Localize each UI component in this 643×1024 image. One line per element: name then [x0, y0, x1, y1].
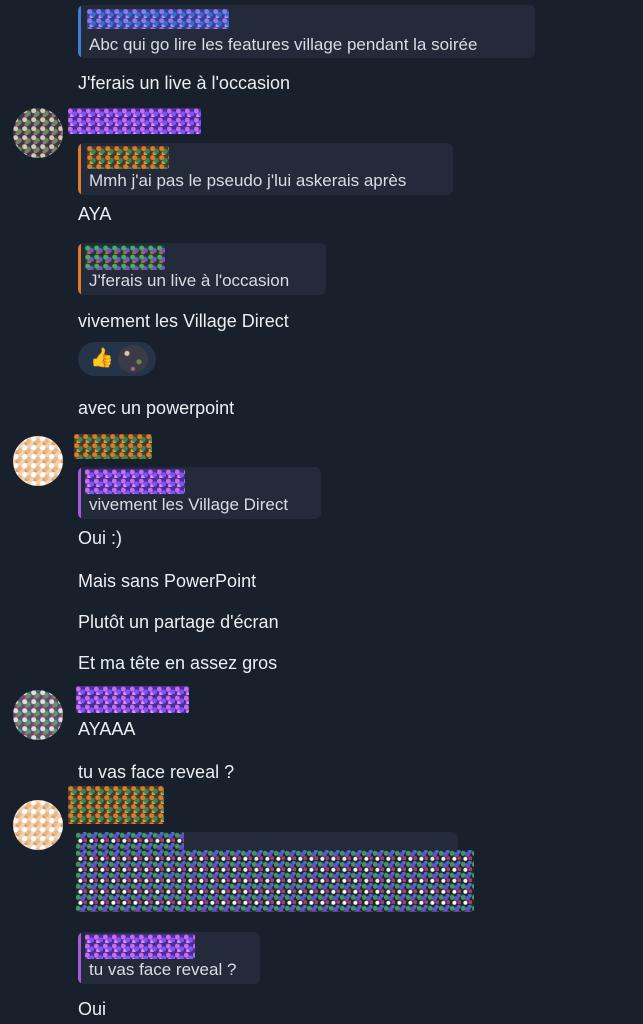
redacted-username — [85, 934, 195, 959]
avatar[interactable] — [13, 436, 63, 486]
reactor-avatar — [118, 345, 148, 373]
reply-accent-bar — [78, 467, 81, 519]
redacted-username — [68, 786, 164, 824]
reply-preview[interactable]: vivement les Village Direct — [78, 467, 321, 519]
reply-quote-text: Abc qui go lire les features village pen… — [89, 35, 478, 54]
reply-quote-text: J'ferais un live à l'occasion — [89, 271, 290, 290]
reply-accent-bar — [78, 5, 81, 58]
redacted-username — [87, 146, 169, 169]
reply-quote-text: vivement les Village Direct — [89, 495, 289, 514]
message-text: AYAAA — [78, 719, 136, 739]
message-text: avec un powerpoint — [78, 398, 235, 418]
redacted-username — [85, 469, 185, 494]
avatar[interactable] — [13, 800, 63, 850]
message-text: Oui :) — [78, 528, 123, 548]
redacted-username — [85, 245, 165, 270]
reply-quote-text: tu vas face reveal ? — [89, 960, 237, 979]
avatar[interactable] — [13, 108, 63, 158]
message-text: Oui — [78, 999, 107, 1019]
reply-accent-bar — [78, 932, 81, 984]
message-text: tu vas face reveal ? — [78, 762, 235, 782]
redacted-username — [74, 434, 152, 459]
message-text: Et ma tête en assez gros — [78, 653, 278, 673]
redacted-username — [87, 9, 229, 29]
redacted-content — [76, 832, 184, 852]
message-text: vivement les Village Direct — [78, 311, 289, 331]
message-text: Plutôt un partage d'écran — [78, 612, 279, 632]
avatar[interactable] — [13, 690, 63, 740]
thumbs-up-icon: 👍 — [90, 348, 114, 369]
redacted-username — [68, 108, 201, 134]
redacted-content — [76, 850, 474, 912]
reply-accent-bar — [78, 243, 81, 295]
reply-preview[interactable]: Mmh j'ai pas le pseudo j'lui askerais ap… — [78, 143, 453, 195]
redacted-username — [76, 686, 189, 713]
reaction-chip[interactable]: 👍 — [78, 342, 156, 376]
message-text: J'ferais un live à l'occasion — [78, 73, 290, 93]
message-text: Mais sans PowerPoint — [78, 571, 257, 591]
message-text: AYA — [78, 204, 112, 224]
reply-preview[interactable]: tu vas face reveal ? — [78, 932, 260, 984]
reply-accent-bar — [78, 143, 81, 195]
reply-preview[interactable]: J'ferais un live à l'occasion — [78, 243, 326, 295]
reply-preview[interactable]: Abc qui go lire les features village pen… — [78, 5, 535, 58]
reply-quote-text: Mmh j'ai pas le pseudo j'lui askerais ap… — [89, 171, 407, 190]
